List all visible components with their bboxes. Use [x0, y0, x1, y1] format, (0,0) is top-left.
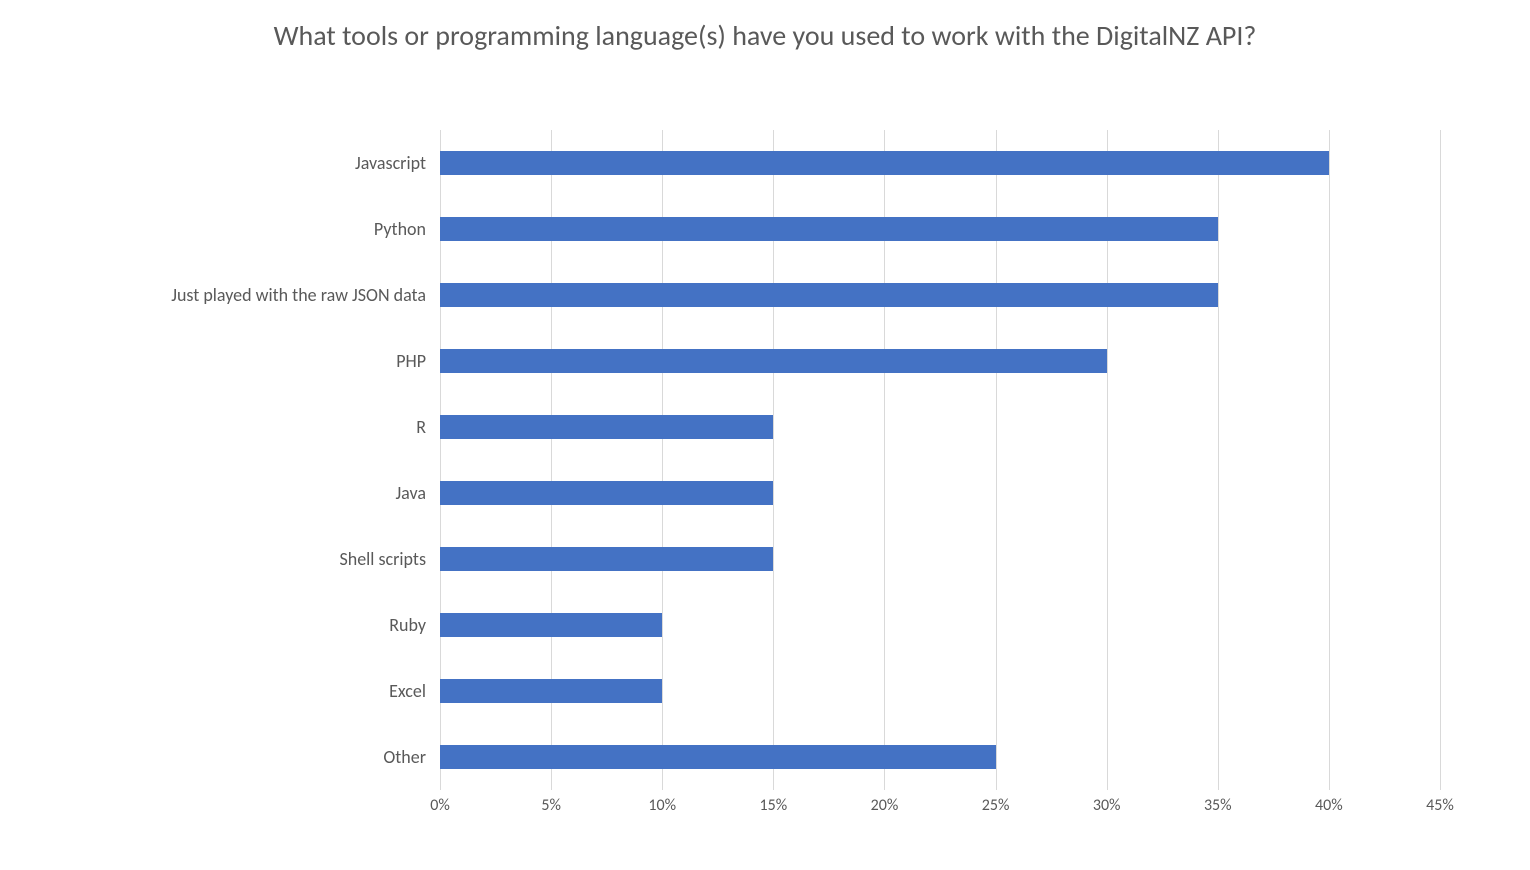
x-tick-label: 10%	[648, 796, 676, 815]
category-label: Excel	[389, 680, 440, 702]
category-label: Javascript	[355, 152, 440, 174]
bars: JavascriptPythonJust played with the raw…	[440, 130, 1440, 790]
bar-row: Just played with the raw JSON data	[440, 262, 1440, 328]
bar-row: PHP	[440, 328, 1440, 394]
x-tick-label: 15%	[760, 796, 788, 815]
bar-row: R	[440, 394, 1440, 460]
x-axis-labels: 0%5%10%15%20%25%30%35%40%45%	[440, 790, 1440, 820]
x-tick-label: 0%	[430, 796, 450, 815]
bar	[440, 349, 1107, 373]
bar	[440, 547, 773, 571]
bar-row: Other	[440, 724, 1440, 790]
bar-row: Excel	[440, 658, 1440, 724]
chart-container: What tools or programming language(s) ha…	[0, 0, 1530, 870]
x-tick-label: 5%	[541, 796, 561, 815]
x-tick-label: 35%	[1204, 796, 1232, 815]
bar	[440, 679, 662, 703]
bar-row: Javascript	[440, 130, 1440, 196]
bar-row: Python	[440, 196, 1440, 262]
gridline	[1440, 130, 1441, 790]
category-label: Other	[383, 746, 440, 768]
x-tick-label: 40%	[1315, 796, 1343, 815]
plot-area: JavascriptPythonJust played with the raw…	[440, 130, 1440, 790]
x-tick-label: 30%	[1093, 796, 1121, 815]
bar	[440, 217, 1218, 241]
bar	[440, 415, 773, 439]
x-tick-label: 20%	[871, 796, 899, 815]
category-label: PHP	[396, 350, 440, 372]
x-tick-label: 45%	[1426, 796, 1454, 815]
bar	[440, 283, 1218, 307]
bar-row: Ruby	[440, 592, 1440, 658]
category-label: Ruby	[389, 614, 440, 636]
category-label: Shell scripts	[339, 548, 440, 570]
category-label: Just played with the raw JSON data	[171, 284, 440, 306]
bar	[440, 151, 1329, 175]
category-label: Python	[374, 218, 440, 240]
bar	[440, 613, 662, 637]
bar-row: Java	[440, 460, 1440, 526]
x-tick-label: 25%	[982, 796, 1010, 815]
category-label: R	[416, 416, 440, 438]
bar	[440, 481, 773, 505]
bar	[440, 745, 996, 769]
category-label: Java	[395, 482, 440, 504]
bar-row: Shell scripts	[440, 526, 1440, 592]
chart-title: What tools or programming language(s) ha…	[0, 18, 1530, 53]
